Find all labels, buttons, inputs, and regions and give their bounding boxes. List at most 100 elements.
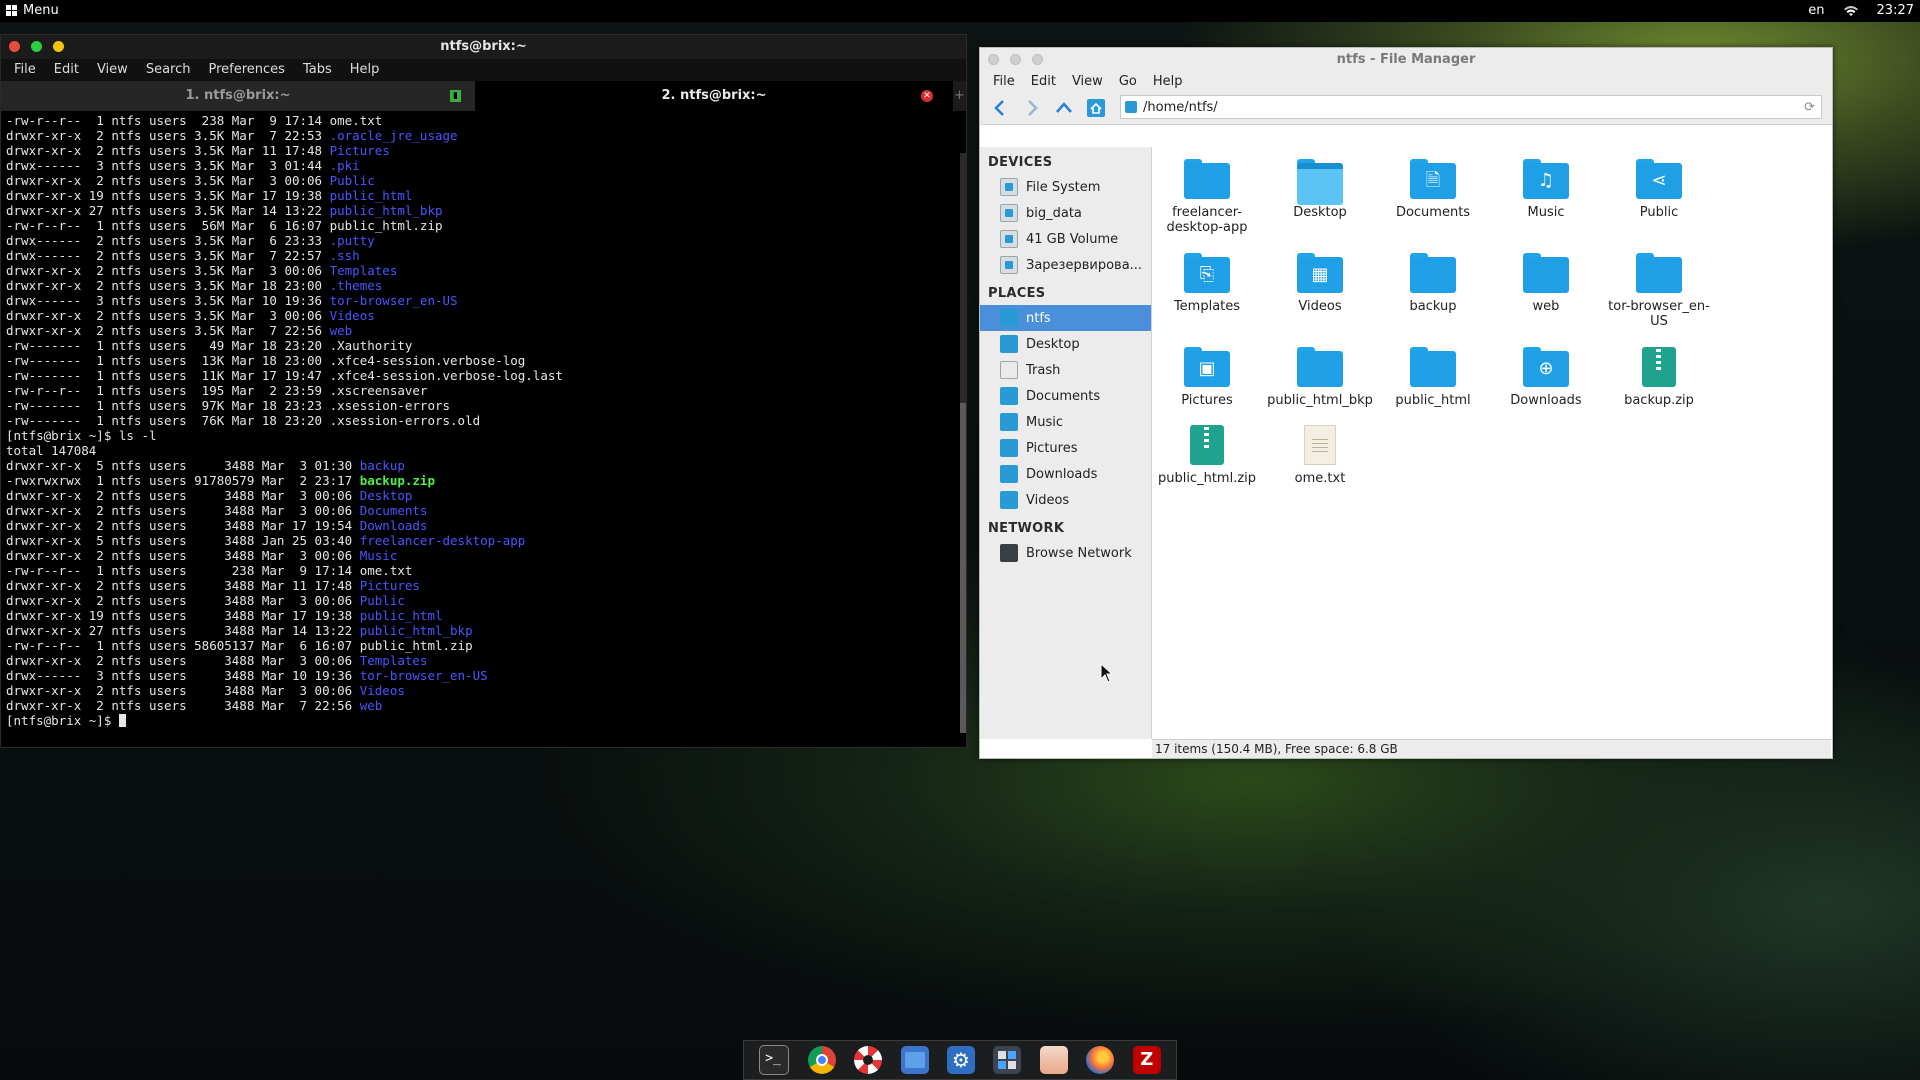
sidebar-item-downloads[interactable]: Downloads xyxy=(980,461,1151,487)
menu-edit[interactable]: Edit xyxy=(45,59,88,81)
file-item[interactable]: public_html_bkp xyxy=(1265,347,1375,408)
sidebar-item-desktop[interactable]: Desktop xyxy=(980,331,1151,357)
wifi-icon[interactable] xyxy=(1843,5,1859,17)
forward-button[interactable] xyxy=(1020,96,1044,120)
file-item[interactable]: ▣ Pictures xyxy=(1152,347,1262,408)
home-button[interactable] xyxy=(1084,96,1108,120)
menu-search[interactable]: Search xyxy=(137,59,200,81)
location-path[interactable]: /home/ntfs/ xyxy=(1143,100,1218,115)
sidebar-item-music[interactable]: Music xyxy=(980,409,1151,435)
menu-file[interactable]: File xyxy=(985,71,1023,92)
file-item[interactable]: 🗎 Documents xyxy=(1378,159,1488,220)
file-item-label: ome.txt xyxy=(1294,471,1346,486)
file-view[interactable]: freelancer-desktop-app Desktop 🗎 Documents ♫… xyxy=(1152,147,1831,739)
image-viewer-icon[interactable] xyxy=(1039,1046,1068,1074)
minimize-window-button[interactable] xyxy=(1010,54,1021,65)
sidebar-item-big-data[interactable]: big_data xyxy=(980,200,1151,226)
terminal-scrollbar[interactable] xyxy=(960,153,966,733)
terminal-line: -rw------- 1 ntfs users 97K Mar 18 23:23… xyxy=(6,398,961,413)
reload-icon[interactable]: ⟳ xyxy=(1804,100,1815,115)
file-item[interactable]: public_html.zip xyxy=(1152,425,1262,486)
file-item-label: Documents xyxy=(1395,205,1471,220)
filezilla-icon[interactable]: Z xyxy=(1132,1046,1161,1074)
calculator-icon[interactable] xyxy=(993,1046,1022,1074)
minimize-window-button[interactable] xyxy=(53,41,64,52)
dock: >_ ⚙ Z xyxy=(743,1040,1177,1080)
line-filename: .ssh xyxy=(329,248,360,263)
menu-grid-icon xyxy=(6,5,17,16)
keyboard-layout-indicator[interactable]: en xyxy=(1808,3,1824,18)
file-item[interactable]: ome.txt xyxy=(1265,425,1375,486)
close-window-button[interactable] xyxy=(988,54,999,65)
file-item[interactable]: public_html xyxy=(1378,347,1488,408)
archive-icon xyxy=(1190,425,1224,465)
file-manager-titlebar[interactable]: ntfs - File Manager xyxy=(980,48,1832,71)
line-prefix: -rw------- 1 ntfs users 76K Mar 18 23:20 xyxy=(6,413,330,428)
folder-icon: ▣ xyxy=(1184,347,1230,387)
menu-file[interactable]: File xyxy=(5,59,45,81)
close-tab-icon[interactable]: ✕ xyxy=(921,90,933,102)
file-item[interactable]: web xyxy=(1491,253,1601,314)
sidebar-item-file-system[interactable]: File System xyxy=(980,174,1151,200)
line-prefix: drwxr-xr-x 19 ntfs users 3488 Mar 17 19:… xyxy=(6,608,360,623)
app-menu-button[interactable]: Menu xyxy=(6,3,59,18)
line-filename: .xfce4-session.verbose-log xyxy=(329,353,526,368)
sidebar-item-reserved[interactable]: Зарезервирова... xyxy=(980,252,1151,278)
back-button[interactable] xyxy=(988,96,1012,120)
files-icon[interactable] xyxy=(900,1046,929,1074)
line-prefix: drwxr-xr-x 5 ntfs users 3488 Jan 25 03:4… xyxy=(6,533,360,548)
line-prefix: drwxr-xr-x 27 ntfs users 3488 Mar 14 13:… xyxy=(6,623,360,638)
menu-view[interactable]: View xyxy=(1064,71,1111,92)
line-filename: .oracle_jre_usage xyxy=(329,128,458,143)
sidebar-item-ntfs[interactable]: ntfs xyxy=(980,305,1151,331)
menu-help[interactable]: Help xyxy=(1145,71,1191,92)
line-prefix: drwxr-xr-x 2 ntfs users 3488 Mar 3 00:06 xyxy=(6,503,360,518)
file-item[interactable]: backup xyxy=(1378,253,1488,314)
file-item[interactable]: ⋖ Public xyxy=(1604,159,1714,220)
line-prefix: -rw------- 1 ntfs users 11K Mar 17 19:47 xyxy=(6,368,330,383)
tab-terminal-2[interactable]: 2. ntfs@brix:~ ✕ xyxy=(475,81,953,111)
firefox-icon[interactable] xyxy=(1086,1046,1115,1074)
sidebar-item-videos[interactable]: Videos xyxy=(980,487,1151,513)
terminal-titlebar[interactable]: ntfs@brix:~ xyxy=(1,35,966,59)
new-tab-button[interactable]: + xyxy=(953,81,966,111)
line-prefix: drwxr-xr-x 2 ntfs users 3488 Mar 7 22:56 xyxy=(6,698,360,713)
file-item[interactable]: tor-browser_en-US xyxy=(1604,253,1714,329)
file-item[interactable]: ⊕ Downloads xyxy=(1491,347,1601,408)
sidebar-item-41gb-volume[interactable]: 41 GB Volume xyxy=(980,226,1151,252)
file-item[interactable]: ▦ Videos xyxy=(1265,253,1375,314)
mouse-pointer-icon xyxy=(1100,663,1114,683)
location-bar[interactable]: /home/ntfs/ ⟳ xyxy=(1120,95,1822,119)
menu-help[interactable]: Help xyxy=(341,59,389,81)
close-window-button[interactable] xyxy=(9,41,20,52)
terminal-icon[interactable]: >_ xyxy=(759,1045,790,1075)
file-item-label: Videos xyxy=(1298,299,1342,314)
menu-edit[interactable]: Edit xyxy=(1023,71,1064,92)
terminal-output[interactable]: -rw-r--r-- 1 ntfs users 238 Mar 9 17:14 … xyxy=(1,111,966,730)
sidebar-item-documents[interactable]: Documents xyxy=(980,383,1151,409)
settings-gear-icon[interactable]: ⚙ xyxy=(946,1046,975,1074)
terminal-prompt-line[interactable]: [ntfs@brix ~]$ xyxy=(6,713,961,728)
maximize-window-button[interactable] xyxy=(31,41,42,52)
file-item[interactable]: Desktop xyxy=(1265,159,1375,220)
sidebar-item-label: Videos xyxy=(1026,492,1070,508)
file-item[interactable]: freelancer-desktop-app xyxy=(1152,159,1262,235)
sidebar-item-pictures[interactable]: Pictures xyxy=(980,435,1151,461)
menu-go[interactable]: Go xyxy=(1111,71,1145,92)
parent-folder-button[interactable] xyxy=(1052,96,1076,120)
chrome-icon[interactable] xyxy=(807,1046,836,1074)
file-item[interactable]: ♫ Music xyxy=(1491,159,1601,220)
sidebar-item-trash[interactable]: Trash xyxy=(980,357,1151,383)
folder-icon xyxy=(1410,253,1456,293)
scrollbar-thumb[interactable] xyxy=(960,403,966,733)
menu-view[interactable]: View xyxy=(88,59,137,81)
clock[interactable]: 23:27 xyxy=(1877,3,1914,18)
lifesaver-icon[interactable] xyxy=(854,1046,883,1074)
menu-preferences[interactable]: Preferences xyxy=(199,59,293,81)
tab-terminal-1[interactable]: 1. ntfs@brix:~ ▮ xyxy=(1,81,475,111)
maximize-window-button[interactable] xyxy=(1032,54,1043,65)
sidebar-item-browse-network[interactable]: Browse Network xyxy=(980,540,1151,566)
menu-tabs[interactable]: Tabs xyxy=(294,59,341,81)
file-item[interactable]: ⎘ Templates xyxy=(1152,253,1262,314)
file-item[interactable]: backup.zip xyxy=(1604,347,1714,408)
